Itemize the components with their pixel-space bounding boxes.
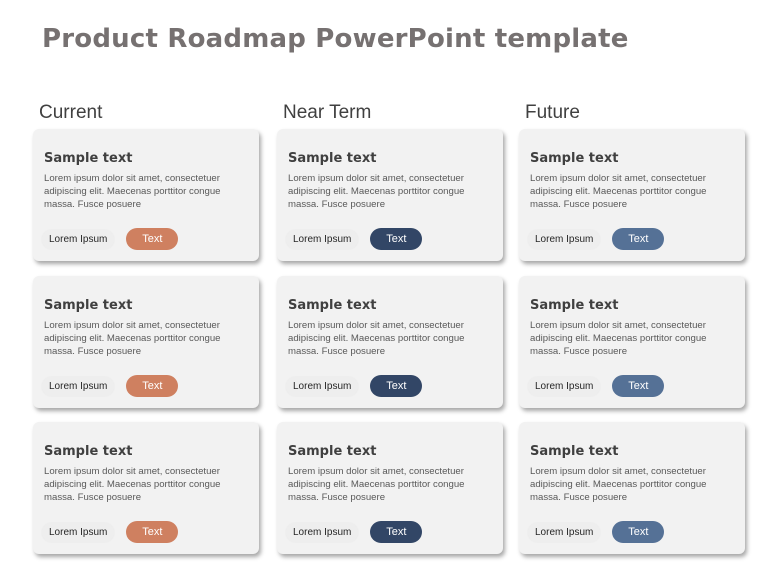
card-text-button[interactable]: Text	[126, 521, 179, 543]
card-title: Sample text	[288, 151, 377, 166]
card-label: Lorem Ipsum	[42, 376, 115, 396]
card-body: Lorem ipsum dolor sit amet, consectetuer…	[530, 173, 707, 210]
card-text-button[interactable]: Text	[612, 521, 665, 543]
card-text-button[interactable]: Text	[370, 521, 423, 543]
card-text-button[interactable]: Text	[370, 228, 423, 250]
card-body: Lorem ipsum dolor sit amet, consectetuer…	[288, 320, 465, 357]
card-text-button[interactable]: Text	[126, 228, 179, 250]
card-body: Lorem ipsum dolor sit amet, consectetuer…	[44, 466, 221, 503]
card-text-button[interactable]: Text	[612, 228, 665, 250]
column-header-near-term: Near Term	[283, 102, 372, 123]
card-text-button[interactable]: Text	[126, 375, 179, 397]
card-text-button[interactable]: Text	[370, 375, 423, 397]
card-text-button[interactable]: Text	[612, 375, 665, 397]
card-label: Lorem Ipsum	[528, 229, 601, 249]
card-title: Sample text	[530, 151, 619, 166]
card-label: Lorem Ipsum	[528, 522, 601, 542]
column-header-current: Current	[39, 102, 103, 123]
roadmap-card-future-1: Sample text Lorem ipsum dolor sit amet, …	[519, 129, 745, 261]
roadmap-card-current-2: Sample text Lorem ipsum dolor sit amet, …	[33, 276, 259, 408]
roadmap-card-current-3: Sample text Lorem ipsum dolor sit amet, …	[33, 422, 259, 554]
card-label: Lorem Ipsum	[286, 229, 359, 249]
card-title: Sample text	[44, 444, 133, 459]
card-title: Sample text	[288, 298, 377, 313]
card-title: Sample text	[530, 444, 619, 459]
card-label: Lorem Ipsum	[42, 522, 115, 542]
card-label: Lorem Ipsum	[42, 229, 115, 249]
slide-title: Product Roadmap PowerPoint template	[42, 24, 629, 54]
roadmap-card-near-term-3: Sample text Lorem ipsum dolor sit amet, …	[277, 422, 503, 554]
card-title: Sample text	[288, 444, 377, 459]
roadmap-card-near-term-1: Sample text Lorem ipsum dolor sit amet, …	[277, 129, 503, 261]
card-body: Lorem ipsum dolor sit amet, consectetuer…	[530, 320, 707, 357]
card-body: Lorem ipsum dolor sit amet, consectetuer…	[530, 466, 707, 503]
roadmap-card-future-3: Sample text Lorem ipsum dolor sit amet, …	[519, 422, 745, 554]
card-label: Lorem Ipsum	[286, 376, 359, 396]
roadmap-card-current-1: Sample text Lorem ipsum dolor sit amet, …	[33, 129, 259, 261]
card-title: Sample text	[530, 298, 619, 313]
card-title: Sample text	[44, 151, 133, 166]
card-body: Lorem ipsum dolor sit amet, consectetuer…	[288, 173, 465, 210]
card-body: Lorem ipsum dolor sit amet, consectetuer…	[44, 173, 221, 210]
card-label: Lorem Ipsum	[528, 376, 601, 396]
column-header-future: Future	[525, 102, 580, 123]
roadmap-card-near-term-2: Sample text Lorem ipsum dolor sit amet, …	[277, 276, 503, 408]
card-title: Sample text	[44, 298, 133, 313]
card-body: Lorem ipsum dolor sit amet, consectetuer…	[288, 466, 465, 503]
roadmap-card-future-2: Sample text Lorem ipsum dolor sit amet, …	[519, 276, 745, 408]
card-label: Lorem Ipsum	[286, 522, 359, 542]
card-body: Lorem ipsum dolor sit amet, consectetuer…	[44, 320, 221, 357]
